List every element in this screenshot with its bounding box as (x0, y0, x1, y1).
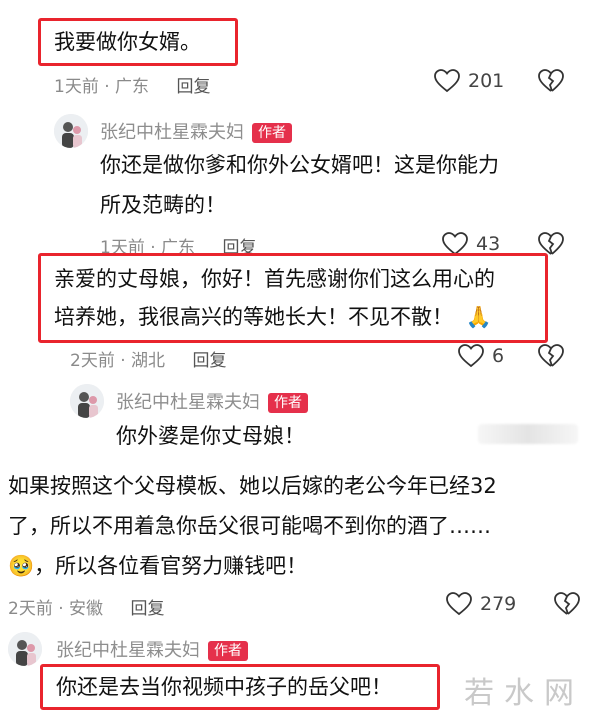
avatar[interactable] (8, 632, 42, 666)
heart-outline-icon (446, 592, 472, 616)
comment-text-line-2: 培养她，我很高兴的等她长大！不见不散！ 🙏 (54, 297, 492, 337)
author-name[interactable]: 张纪中杜星霖夫妇 作者 (100, 118, 292, 144)
avatar[interactable] (54, 114, 88, 148)
heart-outline-icon (458, 344, 484, 368)
broken-heart-icon[interactable] (554, 592, 580, 616)
author-badge: 作者 (208, 641, 248, 661)
watermark: 若水网 (464, 676, 584, 711)
broken-heart-icon[interactable] (538, 344, 564, 368)
comment-location: 湖北 (131, 351, 166, 371)
heart-outline-icon (434, 69, 460, 93)
avatar[interactable] (70, 384, 104, 418)
comment-text-line-1: 亲爱的丈母娘，你好！首先感谢你们这么用心的 (54, 267, 495, 291)
comment-meta: 1天前 · 广东 回复 (54, 77, 211, 97)
reply-button[interactable]: 回复 (176, 77, 210, 97)
comment-text-line-1: 如果按照这个父母模板、她以后嫁的老公今年已经32 (8, 474, 497, 498)
reply-text-line-2: 所及范畴的！ (100, 193, 226, 217)
like-count: 6 (492, 345, 505, 367)
comment-text-line-3: 🥹，所以各位看官努力赚钱吧！ (8, 546, 307, 586)
like-count: 201 (468, 70, 505, 92)
blurred-region (478, 424, 578, 444)
like-button[interactable]: 6 (458, 344, 504, 368)
author-name[interactable]: 张纪中杜星霖夫妇 作者 (56, 636, 248, 662)
comment-meta: 2天前 · 安徽 回复 (8, 599, 165, 619)
author-name[interactable]: 张纪中杜星霖夫妇 作者 (116, 388, 308, 414)
like-count: 43 (476, 233, 501, 255)
comment-text-line-3-text: ，所以各位看官努力赚钱吧！ (34, 554, 308, 578)
username: 张纪中杜星霖夫妇 (100, 122, 244, 143)
emoji-tearful-face: 🥹 (8, 554, 35, 578)
like-button[interactable]: 279 (446, 592, 516, 616)
reply-text-line-1: 你还是做你爹和你外公女婿吧！这是你能力 (100, 153, 499, 177)
reply-button[interactable]: 回复 (130, 599, 164, 619)
author-badge: 作者 (268, 393, 308, 413)
reply-text: 你还是去当你视频中孩子的岳父吧！ (56, 675, 392, 699)
emoji-praying-hands: 🙏 (465, 305, 492, 329)
like-count: 279 (480, 593, 517, 615)
comment-time: 1天前 (54, 77, 99, 97)
comment-meta: 2天前 · 湖北 回复 (70, 351, 227, 371)
comment-text: 我要做你女婿。 (54, 30, 201, 54)
comment-location: 安徽 (69, 599, 104, 619)
comment-text-line-2: 了，所以不用着急你岳父很可能喝不到你的酒了…… (8, 514, 491, 538)
like-button[interactable]: 201 (434, 69, 504, 93)
comment-time: 2天前 (8, 599, 53, 619)
broken-heart-icon[interactable] (538, 69, 564, 93)
comment-location: 广东 (115, 77, 150, 97)
reply-button[interactable]: 回复 (192, 351, 226, 371)
comment-time: 2天前 (70, 351, 115, 371)
username: 张纪中杜星霖夫妇 (116, 392, 260, 413)
author-badge: 作者 (252, 123, 292, 143)
reply-text: 你外婆是你丈母娘！ (116, 424, 305, 448)
comment-text-line-2-text: 培养她，我很高兴的等她长大！不见不散！ (54, 305, 453, 329)
username: 张纪中杜星霖夫妇 (56, 640, 200, 661)
